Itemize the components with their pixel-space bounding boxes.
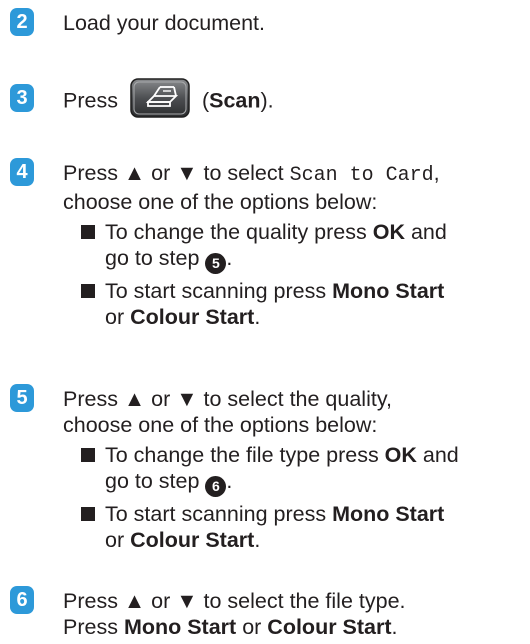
step-text: Press ▲ or ▼ to select the quality, choo…	[63, 386, 528, 557]
square-bullet-icon	[81, 284, 95, 298]
option-list: To change the file type press OK and go …	[81, 442, 528, 553]
line-text: Press	[63, 615, 124, 639]
square-bullet-icon	[81, 225, 95, 239]
line-text: To change the quality press	[105, 220, 373, 244]
colour-start-label: Colour Start	[130, 528, 255, 552]
step-5-line-1: Press ▲ or ▼ to select the quality,	[63, 387, 392, 411]
step-number-badge: 3	[10, 84, 34, 112]
scan-label: Scan	[209, 88, 261, 113]
step-number-badge: 6	[10, 586, 34, 614]
line-text: and	[416, 443, 459, 467]
step-number-badge: 4	[10, 158, 34, 186]
mono-start-label: Mono Start	[123, 615, 237, 639]
line-text: .	[226, 469, 233, 493]
mono-start-label: Mono Start	[332, 502, 445, 526]
step-2-text: Load your document.	[63, 11, 265, 35]
line-text: To start scanning press	[105, 502, 333, 526]
step-reference-icon: 6	[205, 476, 227, 497]
ok-label: OK	[372, 220, 405, 244]
step-text: Press ▲ or ▼ to select Scan to Card, cho…	[63, 160, 528, 334]
step-6-line-1: Press ▲ or ▼ to select the file type.	[63, 589, 406, 613]
line-text: To start scanning press	[105, 279, 333, 303]
step-text: Press ▲ or ▼ to select the file type. Pr…	[63, 588, 528, 640]
line-text: or	[105, 305, 131, 329]
square-bullet-icon	[81, 448, 95, 462]
step-text: Load your document.	[63, 10, 528, 36]
line-text: or	[236, 615, 268, 639]
colour-start-label: Colour Start	[267, 615, 392, 639]
step-text: Press (Scan).	[63, 78, 528, 118]
list-item: To change the file type press OK and go …	[81, 442, 528, 497]
line-text: To change the file type press	[105, 443, 385, 467]
option-list: To change the quality press OK and go to…	[81, 219, 528, 330]
menu-option-code: Scan to Card	[289, 164, 434, 187]
line-text: go to step	[105, 246, 206, 270]
paren-close: ).	[260, 88, 274, 113]
step-4-line-1: Press ▲ or ▼ to select Scan to Card,	[63, 160, 528, 189]
step-5-line-2: choose one of the options below:	[63, 413, 378, 437]
step-number-badge: 2	[10, 8, 34, 36]
step-6-line-2: Press Mono Start or Colour Start.	[63, 614, 528, 640]
line-text: go to step	[105, 469, 206, 493]
scan-button-icon	[130, 78, 190, 118]
line-text: and	[404, 220, 447, 244]
line-text: .	[226, 246, 233, 270]
square-bullet-icon	[81, 507, 95, 521]
step-4-line-2: choose one of the options below:	[63, 190, 378, 214]
step-number-badge: 5	[10, 384, 34, 412]
ok-label: OK	[384, 443, 417, 467]
list-item: To start scanning press Mono Start or Co…	[81, 278, 528, 330]
line-text: .	[254, 528, 261, 552]
list-item: To change the quality press OK and go to…	[81, 219, 528, 274]
line-text: ,	[433, 161, 440, 185]
line-text: .	[254, 305, 261, 329]
step-reference-icon: 5	[205, 253, 227, 274]
list-item: To start scanning press Mono Start or Co…	[81, 501, 528, 553]
line-text: or	[105, 528, 131, 552]
press-text: Press	[63, 88, 118, 113]
line-text: Press ▲ or ▼ to select	[63, 161, 290, 185]
mono-start-label: Mono Start	[332, 279, 445, 303]
colour-start-label: Colour Start	[130, 305, 255, 329]
line-text: .	[391, 615, 398, 639]
